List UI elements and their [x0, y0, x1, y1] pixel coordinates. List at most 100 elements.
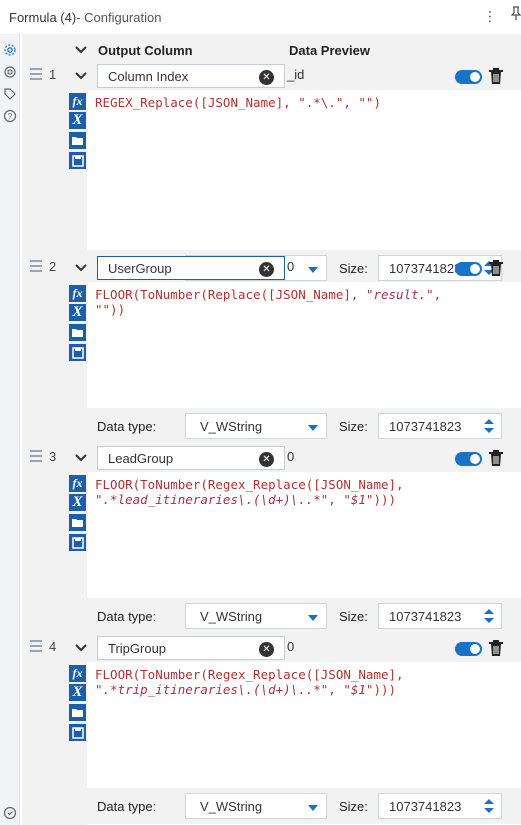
pin-icon[interactable] — [510, 6, 521, 23]
output-column-input[interactable]: LeadGroup — [97, 446, 285, 470]
save-icon[interactable] — [69, 724, 86, 741]
formula-editor-block: fx X FLOOR(ToNumber(Regex_Replace([JSON_… — [67, 472, 521, 634]
data-type-value: V_WString — [200, 608, 263, 624]
data-type-label: Data type: — [97, 799, 157, 814]
tag-icon[interactable] — [3, 87, 17, 101]
formula-row-header: 1 Column Index ✕ _id — [22, 64, 521, 88]
header-data-preview[interactable]: Data Preview — [289, 38, 370, 62]
formula-toolbar: fx X — [67, 282, 87, 444]
chevron-down-icon[interactable] — [74, 261, 88, 275]
trash-icon[interactable] — [488, 67, 504, 85]
help-icon[interactable]: ? — [3, 109, 17, 123]
formula-text: FLOOR(ToNumber(Replace([JSON_Name], — [95, 287, 366, 302]
save-icon[interactable] — [69, 344, 86, 361]
formula-row-header: 2 UserGroup ✕ 0 — [22, 256, 521, 280]
spinner-icon[interactable] — [483, 798, 495, 814]
output-column-input[interactable]: Column Index — [97, 64, 285, 88]
clear-icon[interactable]: ✕ — [259, 642, 274, 657]
drag-handle-icon[interactable] — [30, 68, 42, 82]
window-title: Formula (4) — [9, 9, 77, 25]
size-input[interactable]: 1073741823 — [378, 603, 502, 629]
grid-header: Output Column Data Preview — [22, 38, 521, 62]
collapse-all-chevron-icon[interactable] — [74, 43, 88, 57]
formula-string: "$1" — [343, 682, 374, 697]
data-type-label: Data type: — [97, 609, 157, 624]
size-value: 1073741823 — [389, 608, 462, 624]
window-titlebar: Formula (4) - Configuration ⋮ — [0, 0, 521, 34]
dropdown-caret-icon — [308, 425, 318, 431]
variables-icon[interactable]: X — [69, 494, 86, 511]
chevron-down-icon[interactable] — [74, 69, 88, 83]
variables-icon[interactable]: X — [69, 684, 86, 701]
size-input[interactable]: 1073741823 — [378, 793, 502, 819]
formula-string: "$1" — [343, 492, 374, 507]
enable-toggle[interactable] — [455, 262, 482, 276]
formula-expression[interactable]: REGEX_Replace([JSON_Name], ".*\.", "") — [95, 95, 515, 110]
enable-toggle[interactable] — [455, 70, 482, 84]
formula-row-header: 3 LeadGroup ✕ 0 — [22, 446, 521, 470]
formula-text: FLOOR(ToNumber(Regex_Replace([JSON_Name]… — [95, 667, 404, 682]
formula-toolbar: fx X — [67, 662, 87, 825]
formula-text: , — [328, 682, 344, 697]
spinner-icon[interactable] — [483, 608, 495, 624]
size-input[interactable]: 1073741823 — [378, 413, 502, 439]
gear-icon[interactable] — [3, 43, 17, 57]
formula-text: ))) — [373, 492, 397, 507]
fx-functions-icon[interactable]: fx — [69, 93, 86, 110]
row-number: 3 — [49, 449, 57, 464]
formula-expression[interactable]: FLOOR(ToNumber(Regex_Replace([JSON_Name]… — [95, 667, 515, 697]
size-label: Size: — [339, 799, 368, 814]
formula-row-header: 4 TripGroup ✕ 0 — [22, 636, 521, 660]
enable-toggle[interactable] — [455, 452, 482, 466]
save-icon[interactable] — [69, 534, 86, 551]
history-icon[interactable] — [3, 806, 17, 820]
fx-functions-icon[interactable]: fx — [69, 285, 86, 302]
output-column-input[interactable]: TripGroup — [97, 636, 285, 660]
save-icon[interactable] — [69, 152, 86, 169]
data-preview-value: 0 — [287, 449, 295, 464]
more-options-icon[interactable]: ⋮ — [483, 8, 497, 24]
folder-icon[interactable] — [69, 132, 86, 149]
header-output-column[interactable]: Output Column — [98, 38, 193, 62]
spinner-icon[interactable] — [483, 418, 495, 434]
clear-icon[interactable]: ✕ — [259, 262, 274, 277]
fx-functions-icon[interactable]: fx — [69, 665, 86, 682]
data-preview-value: _id — [287, 67, 305, 82]
data-type-select[interactable]: V_WString — [185, 793, 327, 819]
size-value: 1073741823 — [389, 418, 462, 434]
fx-functions-icon[interactable]: fx — [69, 475, 86, 492]
formula-string: ".*trip_itineraries\.(\d+)\..*" — [95, 682, 329, 697]
drag-handle-icon[interactable] — [30, 260, 42, 274]
folder-icon[interactable] — [69, 514, 86, 531]
data-type-value: V_WString — [200, 798, 263, 814]
enable-toggle[interactable] — [455, 642, 482, 656]
data-type-select[interactable]: V_WString — [185, 603, 327, 629]
config-side-rail: ? — [0, 34, 20, 825]
settings-alt-icon[interactable] — [3, 65, 17, 79]
folder-icon[interactable] — [69, 324, 86, 341]
trash-icon[interactable] — [488, 449, 504, 467]
trash-icon[interactable] — [488, 639, 504, 657]
formula-string: "result." — [365, 287, 434, 302]
formula-grid: Output Column Data Preview 1 Column Inde… — [22, 34, 521, 825]
clear-icon[interactable]: ✕ — [259, 452, 274, 467]
data-type-row: Data type: V_WString Size: 1073741823 — [87, 598, 521, 634]
data-type-value: V_WString — [200, 418, 263, 434]
formula-expression[interactable]: FLOOR(ToNumber(Replace([JSON_Name], "res… — [95, 287, 515, 317]
formula-expression[interactable]: FLOOR(ToNumber(Regex_Replace([JSON_Name]… — [95, 477, 515, 507]
trash-icon[interactable] — [488, 259, 504, 277]
formula-toolbar: fx X — [67, 472, 87, 634]
variables-icon[interactable]: X — [69, 112, 86, 129]
clear-icon[interactable]: ✕ — [259, 70, 274, 85]
drag-handle-icon[interactable] — [30, 640, 42, 654]
chevron-down-icon[interactable] — [74, 451, 88, 465]
size-value: 1073741823 — [389, 798, 462, 814]
drag-handle-icon[interactable] — [30, 450, 42, 464]
chevron-down-icon[interactable] — [74, 641, 88, 655]
output-column-input[interactable]: UserGroup — [97, 256, 285, 280]
formula-text: REGEX_Replace([JSON_Name], ".*\.", "") — [95, 95, 381, 110]
data-type-select[interactable]: V_WString — [185, 413, 327, 439]
data-preview-value: 0 — [287, 639, 295, 654]
variables-icon[interactable]: X — [69, 304, 86, 321]
folder-icon[interactable] — [69, 704, 86, 721]
